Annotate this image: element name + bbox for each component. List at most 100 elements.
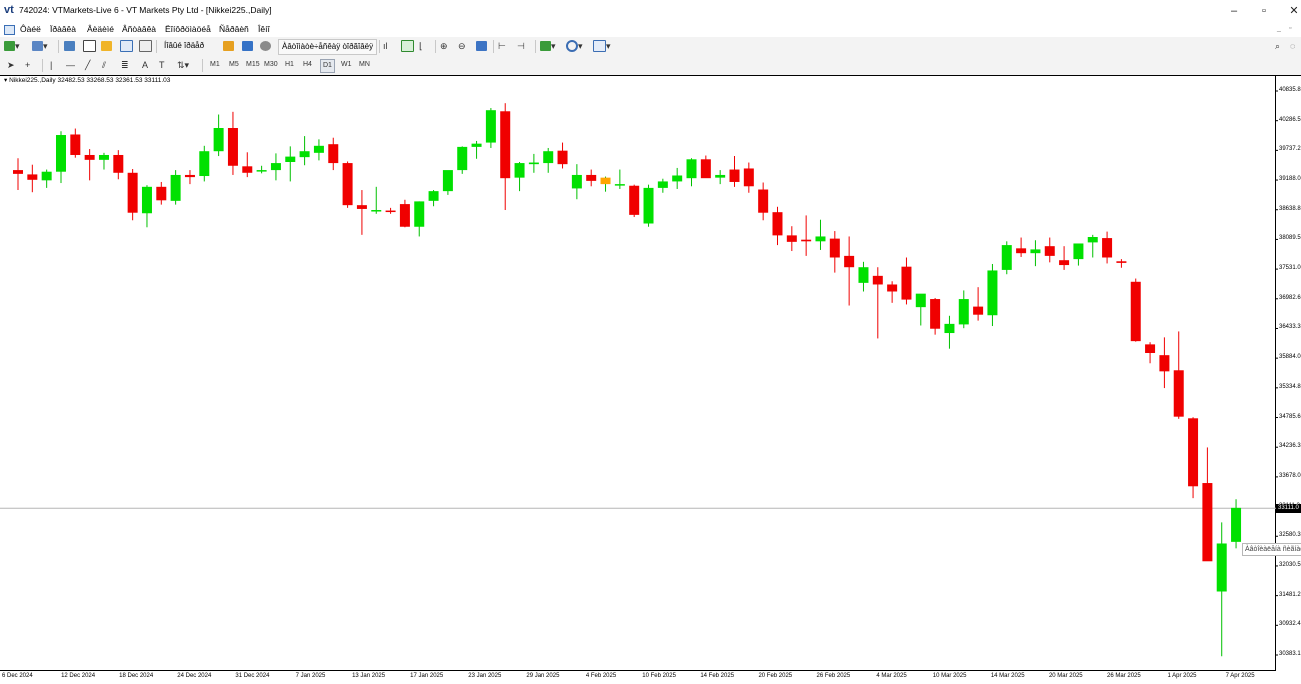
- auto-scroll-button[interactable]: ⊢: [498, 39, 506, 53]
- market-button[interactable]: [260, 39, 271, 53]
- globe-icon: [260, 41, 271, 51]
- date-tick-label: 1 Apr 2025: [1167, 673, 1197, 679]
- line-chart-button[interactable]: ⌊: [419, 39, 423, 53]
- terminal-button[interactable]: [120, 39, 133, 53]
- timeframe-mn[interactable]: MN: [357, 59, 372, 71]
- date-tick-label: 14 Mar 2025: [990, 673, 1025, 679]
- timeframe-m5[interactable]: M5: [227, 59, 241, 71]
- menu-file[interactable]: Ôàéë: [20, 24, 41, 34]
- drawing-toolbar: ➤ + | — ╱ ⫽ ≣ A T ⇅▾ M1 M5 M15 M30 H1 H4…: [0, 56, 1301, 76]
- timeframe-m15[interactable]: M15: [244, 59, 262, 71]
- window-title: 742024: VTMarkets-Live 6 - VT Markets Pt…: [19, 5, 272, 15]
- strategy-tester-button[interactable]: [139, 39, 152, 53]
- title-bar: vt 742024: VTMarkets-Live 6 - VT Markets…: [0, 0, 1301, 22]
- horizontal-line-button[interactable]: —: [66, 58, 75, 72]
- menu-window[interactable]: Îêíî: [258, 24, 270, 34]
- chart-window-icon[interactable]: [4, 25, 15, 35]
- menu-insert[interactable]: Âñòàâêà: [122, 24, 156, 34]
- search-button[interactable]: ⌕: [1275, 39, 1280, 53]
- chat-button[interactable]: ◌: [1290, 39, 1295, 53]
- toolbar-separator: [156, 40, 157, 53]
- date-tick-label: 10 Feb 2025: [642, 673, 676, 679]
- cursor-button[interactable]: ➤: [7, 58, 15, 72]
- date-tick-label: 24 Dec 2024: [177, 673, 212, 679]
- date-tick-label: 4 Feb 2025: [585, 673, 617, 679]
- trendline-button[interactable]: ╱: [85, 58, 90, 72]
- menu-bar: Ôàéë Ïðàâêà Âèäèìé Âñòàâêà Ëîíôðöìàöéå Ñ…: [0, 22, 1301, 38]
- date-tick-label: 6 Dec 2024: [2, 673, 33, 679]
- price-tick-label: 37531.0: [1279, 265, 1301, 272]
- timeframe-d1[interactable]: D1: [320, 59, 335, 73]
- indicators-icon: [540, 41, 551, 51]
- chart-area[interactable]: [0, 75, 1301, 684]
- vertical-line-icon: |: [50, 60, 53, 70]
- price-tick-label: 34236.3: [1279, 443, 1301, 450]
- periodicity-button[interactable]: ▾: [566, 39, 583, 53]
- mdi-minimize-button[interactable]: _: [1277, 25, 1281, 32]
- price-tick-label: 35884.0: [1279, 354, 1301, 361]
- toolbar-separator: [535, 40, 536, 53]
- channel-button[interactable]: ⫽: [102, 58, 106, 72]
- terminal-icon: [120, 40, 133, 52]
- text-label-icon: T: [159, 60, 165, 70]
- price-tick-label: 30383.1: [1279, 651, 1301, 657]
- price-tick-label: 31481.2: [1279, 591, 1301, 598]
- autotrading-button[interactable]: Àâòîìàòè÷åñêàÿ òîðãîâëÿ: [278, 39, 378, 55]
- timeframe-w1[interactable]: W1: [339, 59, 354, 71]
- arrows-button[interactable]: ⇅▾: [177, 58, 189, 72]
- restore-button[interactable]: ▫: [1250, 1, 1278, 21]
- toolbar-separator: [42, 59, 43, 72]
- zoom-in-button[interactable]: ⊕: [440, 39, 448, 53]
- tile-windows-button[interactable]: [476, 39, 487, 53]
- date-tick-label: 29 Jan 2025: [526, 673, 560, 679]
- close-button[interactable]: ✕: [1280, 1, 1301, 21]
- date-tick-label: 23 Jan 2025: [468, 673, 502, 679]
- toolbar-separator: [493, 40, 494, 53]
- crosshair-button[interactable]: +: [25, 58, 30, 72]
- timeframe-m1[interactable]: M1: [208, 59, 222, 71]
- candlestick-chart-button[interactable]: [401, 39, 414, 53]
- zoom-out-button[interactable]: ⊖: [458, 39, 466, 53]
- text-button[interactable]: A: [142, 58, 148, 72]
- templates-button[interactable]: ▾: [593, 39, 611, 53]
- new-chart-button[interactable]: ▾: [4, 39, 20, 53]
- price-tick-label: 40286.5: [1279, 116, 1301, 123]
- timeframe-m30[interactable]: M30: [262, 59, 280, 71]
- signals-button[interactable]: [242, 39, 253, 53]
- date-tick-label: 18 Dec 2024: [119, 673, 154, 679]
- clock-icon: [566, 40, 578, 52]
- menu-edit[interactable]: Ïðàâêà: [50, 24, 76, 34]
- price-tick-label: 34785.6: [1279, 413, 1301, 420]
- chart-info-label: ▾ Nikkei225.,Daily 32482.53 33268.53 323…: [4, 76, 170, 84]
- date-tick-label: 26 Mar 2025: [1107, 673, 1141, 679]
- navigator-button[interactable]: [101, 39, 112, 53]
- data-window-button[interactable]: [83, 39, 96, 53]
- profiles-button[interactable]: ▾: [32, 39, 48, 53]
- date-tick-label: 26 Feb 2025: [816, 673, 851, 679]
- metaeditor-icon: [223, 41, 234, 51]
- price-tick-label: 39188.0: [1279, 176, 1301, 183]
- text-label-button[interactable]: T: [159, 58, 165, 72]
- toolbar-separator: [58, 40, 59, 53]
- timeframe-h1[interactable]: H1: [283, 59, 296, 71]
- mdi-restore-button[interactable]: ▫: [1289, 25, 1291, 32]
- chart-shift-button[interactable]: ⊣: [517, 39, 525, 53]
- price-tick-label: 36982.6: [1279, 294, 1301, 301]
- menu-tools[interactable]: Ñåðâèñ: [219, 24, 249, 34]
- bar-chart-button[interactable]: ıl: [383, 39, 388, 53]
- timeframe-h4[interactable]: H4: [301, 59, 314, 71]
- indicators-button[interactable]: ▾: [540, 39, 556, 53]
- vertical-line-button[interactable]: |: [50, 58, 52, 72]
- market-watch-button[interactable]: [64, 39, 75, 53]
- arrows-icon: ⇅▾: [177, 59, 190, 70]
- menu-charts[interactable]: Ëîíôðöìàöéå: [165, 24, 211, 34]
- new-chart-icon: [4, 41, 15, 51]
- minimize-button[interactable]: –: [1220, 1, 1248, 21]
- new-order-button[interactable]: Íîâûé îðäåð: [161, 39, 207, 53]
- fibonacci-button[interactable]: ≣: [121, 58, 129, 72]
- price-tick-label: 32030.5: [1279, 561, 1301, 568]
- date-tick-label: 7 Apr 2025: [1225, 673, 1255, 679]
- metaeditor-button[interactable]: [223, 39, 234, 53]
- channel-icon: ⫽: [102, 59, 107, 70]
- menu-view[interactable]: Âèäèìé: [87, 24, 114, 34]
